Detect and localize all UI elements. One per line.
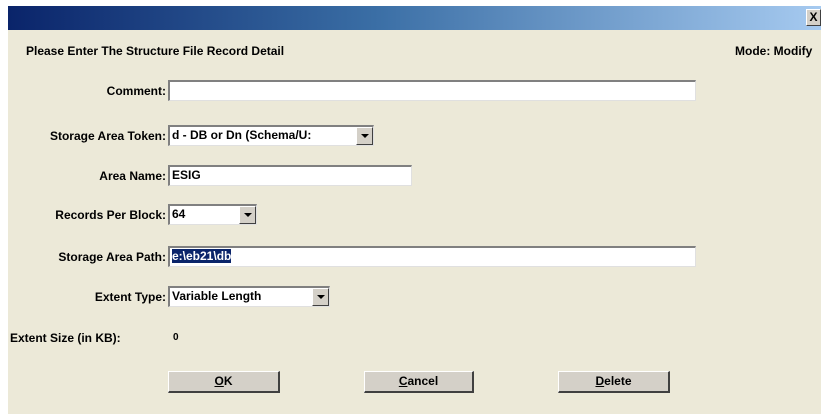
storage-area-path-input[interactable]: e:\eb21\db: [168, 246, 696, 267]
extent-size-label: Extent Size (in KB):: [10, 331, 121, 345]
storage-area-path-label: Storage Area Path:: [58, 250, 166, 264]
extent-type-value: Variable Length: [172, 289, 262, 303]
extent-type-select[interactable]: Variable Length: [168, 286, 330, 307]
cancel-button[interactable]: Cancel: [364, 371, 474, 393]
dialog-window: X Please Enter The Structure File Record…: [8, 6, 821, 414]
storage-area-token-label: Storage Area Token:: [49, 129, 166, 143]
storage-area-path-value: e:\eb21\db: [172, 249, 232, 263]
records-per-block-value: 64: [172, 207, 186, 221]
ok-button[interactable]: OK: [168, 371, 280, 393]
comment-input[interactable]: [168, 80, 696, 101]
area-name-input[interactable]: ESIG: [168, 165, 412, 186]
chevron-down-icon[interactable]: [356, 127, 373, 145]
extent-size-value: 0: [173, 332, 179, 343]
storage-area-token-select[interactable]: d - DB or Dn (Schema/U:: [168, 125, 374, 146]
form-prompt: Please Enter The Structure File Record D…: [26, 44, 285, 58]
close-button[interactable]: X: [806, 9, 821, 26]
delete-button[interactable]: Delete: [558, 371, 670, 393]
records-per-block-select[interactable]: 64: [168, 204, 257, 225]
mode-indicator: Mode: Modify: [735, 44, 813, 58]
chevron-down-icon[interactable]: [312, 288, 329, 306]
area-name-label: Area Name:: [99, 169, 166, 183]
storage-area-token-value: d - DB or Dn (Schema/U:: [172, 128, 312, 142]
chevron-down-icon[interactable]: [239, 206, 256, 224]
area-name-value: ESIG: [172, 168, 201, 182]
close-icon: X: [809, 10, 818, 24]
comment-label: Comment:: [106, 84, 166, 98]
extent-type-label: Extent Type:: [94, 290, 166, 304]
title-bar[interactable]: X: [8, 6, 821, 30]
records-per-block-label: Records Per Block:: [55, 208, 166, 222]
